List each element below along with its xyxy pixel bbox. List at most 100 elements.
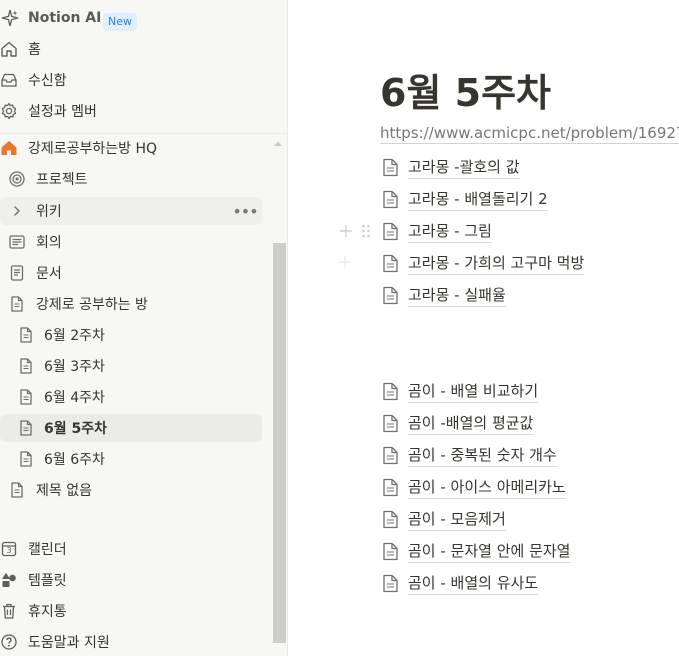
sidebar-item-inbox[interactable]: 수신함 [0,66,262,94]
page-content: 6월 5주차 https://www.acmicpc.net/problem/1… [288,0,679,656]
page-icon [8,295,26,313]
page-link-label: 고라몽 - 가희의 고구마 먹방 [408,252,585,275]
sidebar-item-label: 강제로공부하는방 HQ [28,141,158,157]
page-link-label: 고라몽 - 그림 [408,220,492,243]
sidebar-item-study-room[interactable]: 강제로 공부하는 방 [0,290,262,318]
sidebar-item-label: 템플릿 [28,573,67,589]
add-block-icon[interactable] [339,221,353,241]
new-badge: New [103,13,137,31]
sidebar-item-project[interactable]: 프로젝트 [0,165,262,193]
page-link-label: 고라몽 - 배열돌리기 2 [408,188,548,211]
page-link-label: 곰이 - 배열 비교하기 [408,380,539,403]
sidebar-item-settings[interactable]: 설정과 멤버 [0,97,262,125]
page-link[interactable]: 고라몽 - 배열돌리기 2 [382,187,548,211]
page-icon [382,414,399,433]
page-link[interactable]: 고라몽 - 가희의 고구마 먹방 [382,251,585,275]
gear-icon [0,102,18,120]
chevron-right-icon[interactable] [8,202,26,220]
page-icon [382,510,399,529]
sidebar-item-label: 문서 [36,266,62,282]
page-link[interactable]: 고라몽 - 그림 [382,219,492,243]
page-icon [8,481,26,499]
page-icon [382,158,399,177]
add-block-icon-faint[interactable] [338,255,352,269]
shapes-icon [0,571,18,589]
sidebar-item-label: 6월 2주차 [44,328,105,344]
sidebar-scrollbar[interactable] [273,243,286,643]
home-icon [0,40,18,58]
calendar-icon: 3 [0,540,18,558]
sidebar-item-notion-ai[interactable]: Notion AI New [0,4,262,32]
sidebar: Notion AI New 홈 수신함 설정과 멤버 강제로공부하는방 HQ 프… [0,0,288,656]
page-link-label: 곰이 - 문자열 안에 문자열 [408,540,571,563]
sidebar-item-meeting[interactable]: 회의 [0,228,262,256]
sidebar-item-wiki[interactable]: 위키 [0,197,262,225]
page-link[interactable]: 곰이 - 중복된 숫자 개수 [382,443,557,467]
sidebar-item-label: Notion AI [28,10,102,26]
sidebar-item-label: 6월 3주차 [44,359,105,375]
page-icon [382,222,399,241]
sidebar-item-label: 캘린더 [28,542,67,558]
sidebar-subpage-week5[interactable]: 6월 5주차 [0,414,262,442]
sidebar-item-label: 6월 5주차 [44,421,107,437]
url-link[interactable]: https://www.acmicpc.net/problem/16927 [380,124,679,144]
doc-icon [8,264,26,282]
page-link-label: 곰이 - 중복된 숫자 개수 [408,444,557,467]
page-link-label: 고라몽 -괄호의 값 [408,156,520,179]
page-icon [382,190,399,209]
sidebar-subpage-week4[interactable]: 6월 4주차 [0,383,262,411]
page-link[interactable]: 고라몽 -괄호의 값 [382,155,520,179]
sidebar-item-untitled[interactable]: 제목 없음 [0,476,262,504]
page-link-label: 곰이 -배열의 평균값 [408,412,534,435]
sidebar-item-trash[interactable]: 휴지통 [0,597,262,625]
list-icon [8,233,26,251]
page-icon [382,542,399,561]
sidebar-item-docs[interactable]: 문서 [0,259,262,287]
inbox-icon [0,71,18,89]
sidebar-item-templates[interactable]: 템플릿 [0,566,262,594]
page-link[interactable]: 곰이 -배열의 평균값 [382,411,534,435]
help-icon [0,633,18,651]
sidebar-subpage-week3[interactable]: 6월 3주차 [0,352,262,380]
page-icon [17,326,35,344]
sidebar-item-workspace[interactable]: 강제로공부하는방 HQ [0,134,287,162]
target-icon [8,170,26,188]
sidebar-item-calendar[interactable]: 3 캘린더 [0,535,262,563]
page-link[interactable]: 곰이 - 아이스 아메리카노 [382,475,566,499]
page-title[interactable]: 6월 5주차 [380,62,551,117]
page-icon [382,286,399,305]
page-link[interactable]: 곰이 - 배열의 유사도 [382,571,539,595]
page-icon [17,450,35,468]
sidebar-subpage-week2[interactable]: 6월 2주차 [0,321,262,349]
sidebar-item-home[interactable]: 홈 [0,35,262,63]
page-link[interactable]: 곰이 - 문자열 안에 문자열 [382,539,571,563]
sidebar-item-label: 프로젝트 [36,172,88,188]
sidebar-item-label: 강제로 공부하는 방 [36,297,148,313]
sidebar-item-label: 6월 6주차 [44,452,105,468]
page-link-label: 곰이 - 배열의 유사도 [408,572,539,595]
page-link-label: 고라몽 - 실패율 [408,284,506,307]
page-icon [382,446,399,465]
sidebar-item-help[interactable]: 도움말과 지원 [0,628,262,656]
page-icon [382,574,399,593]
page-icon [382,382,399,401]
page-link[interactable]: 고라몽 - 실패율 [382,283,506,307]
sidebar-subpage-week6[interactable]: 6월 6주차 [0,445,262,473]
page-icon [382,254,399,273]
page-icon [17,419,35,437]
sidebar-item-label: 수신함 [28,73,67,89]
page-link-label: 곰이 - 모음제거 [408,508,506,531]
trash-icon [0,602,18,620]
sidebar-item-label: 설정과 멤버 [28,104,97,120]
sidebar-item-label: 홈 [28,42,41,58]
drag-handle-icon[interactable] [361,221,371,241]
sidebar-item-label: 휴지통 [28,604,67,620]
more-options-icon[interactable]: ••• [232,200,258,222]
collapse-arrow-icon[interactable] [273,139,283,149]
calendar-day: 3 [6,546,12,555]
home-filled-icon [0,139,18,157]
page-link[interactable]: 곰이 - 배열 비교하기 [382,379,539,403]
page-icon [382,478,399,497]
page-link[interactable]: 곰이 - 모음제거 [382,507,506,531]
sidebar-item-label: 6월 4주차 [44,390,105,406]
